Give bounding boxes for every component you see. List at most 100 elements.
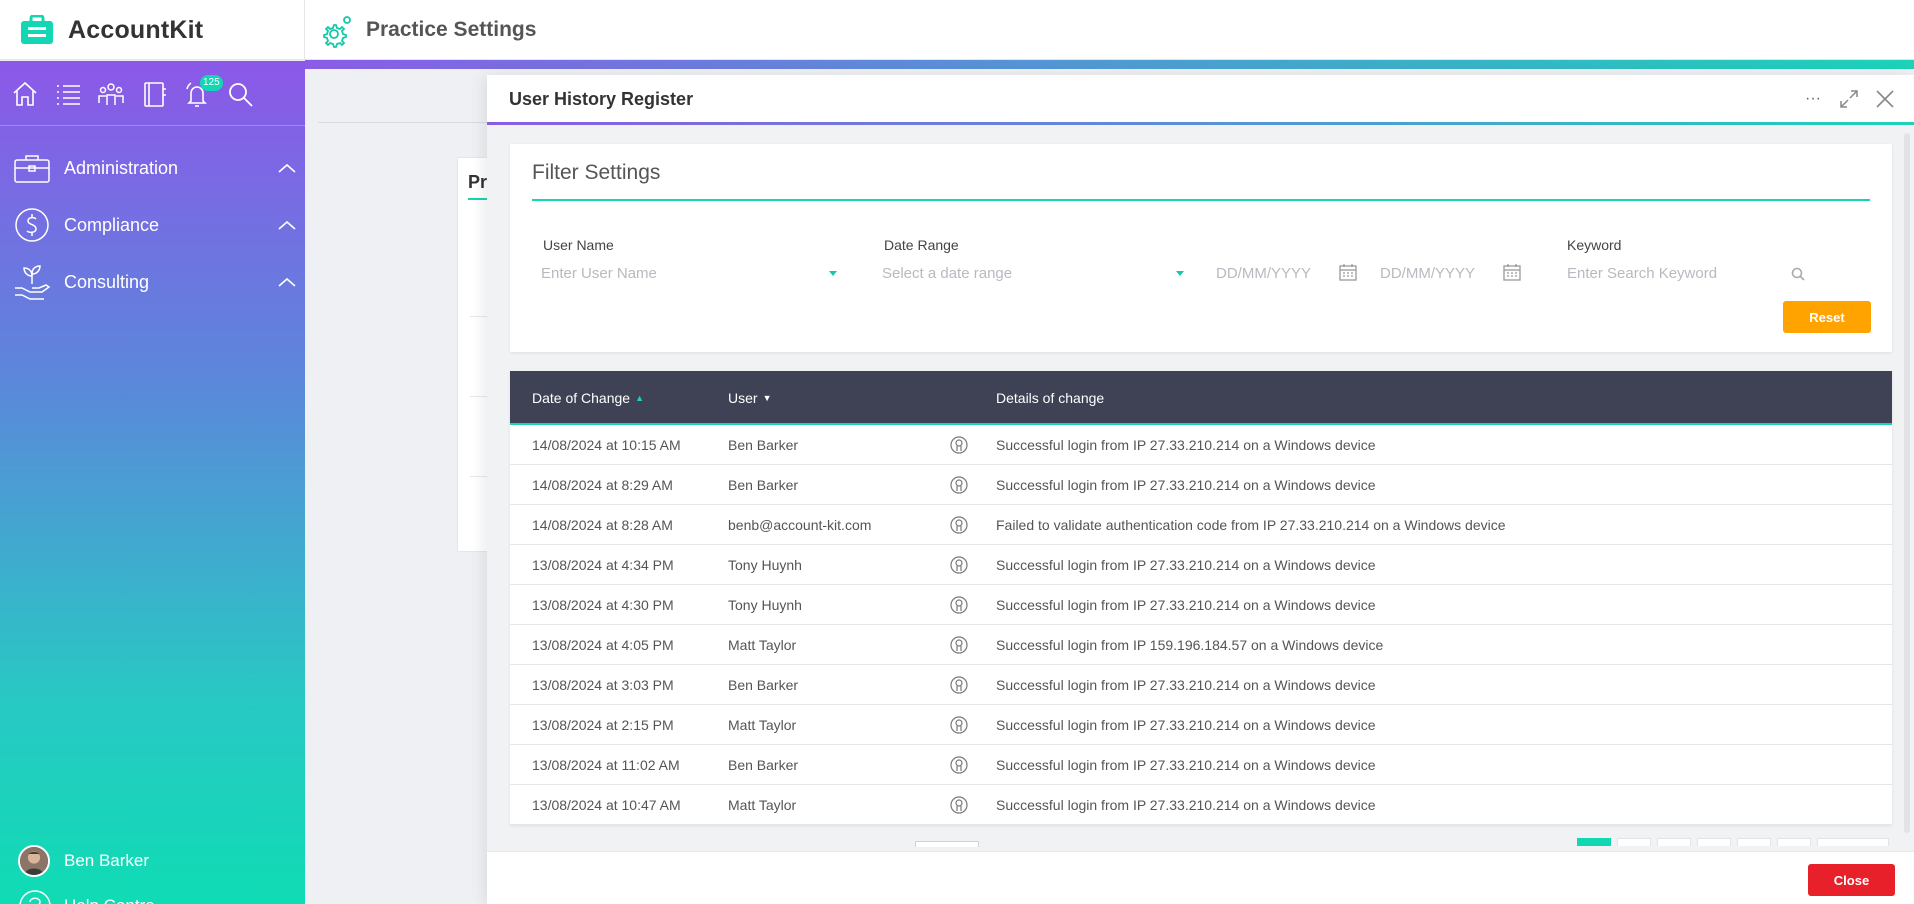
sidebar-user-profile[interactable]: Ben Barker <box>18 845 149 877</box>
user-icon <box>950 436 968 454</box>
expand-button[interactable] <box>1837 87 1861 111</box>
row-user: Tony Huynh <box>728 557 802 573</box>
notebook-icon[interactable] <box>139 79 173 113</box>
row-date: 13/08/2024 at 11:02 AM <box>532 757 680 773</box>
user-icon <box>950 676 968 694</box>
user-icon <box>950 796 968 814</box>
row-details: Successful login from IP 27.33.210.214 o… <box>996 757 1376 773</box>
row-date: 13/08/2024 at 3:03 PM <box>532 677 674 693</box>
page-button[interactable] <box>1617 838 1651 846</box>
date-from-input[interactable] <box>1216 259 1341 287</box>
table-row[interactable]: 13/08/2024 at 3:03 PM Ben Barker Successfu… <box>510 665 1892 705</box>
date-to-input[interactable] <box>1380 259 1505 287</box>
chevron-down-icon[interactable] <box>1176 271 1184 276</box>
close-button[interactable]: Close <box>1808 864 1895 896</box>
table-row[interactable]: 13/08/2024 at 2:15 PM Matt Taylor Successf… <box>510 705 1892 745</box>
row-details: Failed to validate authentication code f… <box>996 517 1506 533</box>
column-header-date[interactable]: Date of Change ▲ <box>532 390 644 406</box>
close-modal-button[interactable] <box>1873 87 1897 111</box>
page-header: Practice Settings <box>320 0 536 60</box>
table-row[interactable]: 14/08/2024 at 10:15 AM Ben Barker Successf… <box>510 425 1892 465</box>
date-range-select[interactable] <box>882 259 1172 287</box>
search-icon[interactable] <box>225 79 259 113</box>
calendar-icon[interactable] <box>1338 262 1358 282</box>
page-button[interactable] <box>1577 838 1611 846</box>
table-row[interactable]: 13/08/2024 at 10:47 AM Matt Taylor Success… <box>510 785 1892 825</box>
close-icon <box>1876 90 1894 108</box>
table-row[interactable]: 13/08/2024 at 4:05 PM Matt Taylor Successf… <box>510 625 1892 665</box>
notifications-bell-icon[interactable]: 125 <box>182 75 223 113</box>
hand-plant-icon <box>15 265 51 300</box>
keyword-label: Keyword <box>1567 237 1622 253</box>
row-user: Ben Barker <box>728 677 799 693</box>
sidebar-item-consulting[interactable]: Consulting <box>0 257 305 307</box>
sidebar-quick-icons: 125 <box>10 75 300 114</box>
user-icon <box>950 596 968 614</box>
filter-settings-title: Filter Settings <box>532 161 661 184</box>
row-user: Tony Huynh <box>728 597 802 613</box>
row-details: Successful login from IP 159.196.184.57 … <box>996 637 1384 653</box>
page-button[interactable] <box>1657 838 1691 846</box>
page-size-select[interactable] <box>915 841 979 847</box>
table-row[interactable]: 14/08/2024 at 8:29 AM Ben Barker Successfu… <box>510 465 1892 505</box>
more-options-icon: ··· <box>1805 90 1821 107</box>
user-icon <box>950 516 968 534</box>
top-bar: AccountKit Practice Settings <box>0 0 1914 60</box>
sidebar-item-label: Consulting <box>64 271 150 292</box>
calendar-icon[interactable] <box>1502 262 1522 282</box>
next-page-button[interactable] <box>1817 838 1889 846</box>
page-button[interactable] <box>1777 838 1811 846</box>
column-header-user[interactable]: User ▼ <box>728 390 771 406</box>
row-date: 13/08/2024 at 2:15 PM <box>532 717 674 733</box>
modal-scrollbar[interactable] <box>1904 133 1910 833</box>
background-divider <box>318 122 488 123</box>
accountkit-logo-icon <box>21 15 53 44</box>
row-user: Matt Taylor <box>728 637 797 653</box>
chevron-up-icon <box>278 277 296 287</box>
sidebar-help-centre[interactable]: Help Centre <box>18 889 155 904</box>
user-history-modal: User History Register ··· Filter Setting… <box>487 75 1914 904</box>
sort-ascending-icon: ▲ <box>635 393 644 403</box>
home-icon[interactable] <box>10 79 44 113</box>
row-user: benb@account-kit.com <box>728 517 872 533</box>
search-icon[interactable] <box>1791 267 1805 281</box>
brand[interactable]: AccountKit <box>0 0 305 60</box>
table-row[interactable]: 13/08/2024 at 4:30 PM Tony Huynh Successfu… <box>510 585 1892 625</box>
list-icon[interactable] <box>53 79 87 113</box>
page-button[interactable] <box>1697 838 1731 846</box>
header-gradient-strip <box>305 60 1914 69</box>
sidebar-item-administration[interactable]: Administration <box>0 143 305 193</box>
table-body: 14/08/2024 at 10:15 AM Ben Barker Successf… <box>510 425 1892 825</box>
user-icon <box>950 556 968 574</box>
chevron-up-icon <box>278 163 296 173</box>
history-table: Date of Change ▲ User ▼ Details of chang… <box>510 371 1892 825</box>
page-button[interactable] <box>1737 838 1771 846</box>
table-row[interactable]: 13/08/2024 at 4:34 PM Tony Huynh Successfu… <box>510 545 1892 585</box>
team-icon[interactable] <box>96 79 130 113</box>
more-options-button[interactable]: ··· <box>1801 87 1825 111</box>
modal-header: User History Register ··· <box>487 75 1914 125</box>
sidebar-item-compliance[interactable]: Compliance <box>0 200 305 250</box>
date-range-label: Date Range <box>884 237 959 253</box>
background-card-title: Pr <box>468 172 488 192</box>
sidebar-divider <box>0 125 305 126</box>
row-user: Ben Barker <box>728 757 799 773</box>
row-details: Successful login from IP 27.33.210.214 o… <box>996 677 1376 693</box>
filter-title-underline <box>532 199 1870 201</box>
row-date: 13/08/2024 at 4:30 PM <box>532 597 674 613</box>
row-user: Ben Barker <box>728 477 799 493</box>
keyword-search-input[interactable] <box>1567 259 1827 287</box>
table-row[interactable]: 14/08/2024 at 8:28 AM benb@account-kit.co… <box>510 505 1892 545</box>
user-icon <box>950 636 968 654</box>
user-name-select[interactable] <box>541 259 831 287</box>
row-date: 13/08/2024 at 10:47 AM <box>532 797 681 813</box>
table-row[interactable]: 13/08/2024 at 11:02 AM Ben Barker Successf… <box>510 745 1892 785</box>
reset-button[interactable]: Reset <box>1783 301 1871 333</box>
modal-title: User History Register <box>509 89 694 109</box>
chevron-down-icon[interactable] <box>829 271 837 276</box>
avatar <box>18 845 50 877</box>
modal-footer: Close <box>487 851 1914 904</box>
row-date: 14/08/2024 at 8:29 AM <box>532 477 673 493</box>
help-question-icon <box>19 890 51 904</box>
sidebar-item-label: Administration <box>64 157 179 178</box>
